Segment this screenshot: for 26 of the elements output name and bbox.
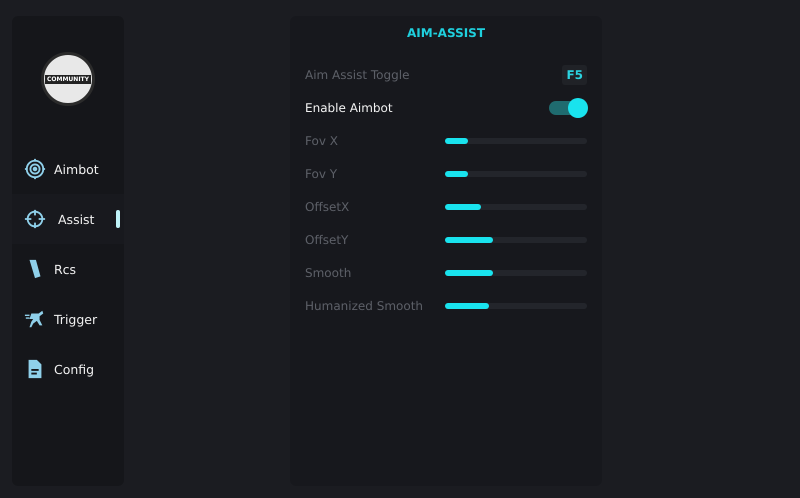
setting-label: OffsetY	[305, 232, 348, 246]
slider[interactable]	[445, 270, 587, 276]
nav-item[interactable]: Rcs	[12, 244, 124, 294]
selection-indicator	[116, 210, 120, 228]
slider[interactable]	[445, 204, 587, 210]
setting-label: Aim Assist Toggle	[305, 68, 410, 82]
nav-item[interactable]: Trigger	[12, 294, 124, 344]
panel-title: AIM-ASSIST	[406, 26, 486, 40]
setting-label: Smooth	[305, 266, 352, 280]
slider[interactable]	[445, 138, 587, 144]
crosshair-icon	[24, 208, 46, 230]
setting-label: OffsetX	[305, 200, 350, 214]
nav-item[interactable]: Config	[12, 344, 124, 394]
setting-label: Humanized Smooth	[305, 298, 424, 312]
toggle-switch[interactable]	[549, 100, 587, 114]
slider[interactable]	[445, 236, 587, 242]
setting-label: Enable Aimbot	[305, 100, 393, 114]
slider[interactable]	[445, 170, 587, 176]
nav-item[interactable]: Aimbot	[12, 144, 124, 194]
hotkey-button[interactable]: F5	[562, 64, 587, 84]
slider[interactable]	[445, 302, 587, 308]
setting-label: Fov Y	[305, 166, 338, 180]
nav-item[interactable]: Assist	[12, 194, 124, 244]
setting-label: Fov X	[305, 134, 338, 148]
target-icon	[24, 158, 46, 180]
runner-icon	[24, 308, 46, 330]
